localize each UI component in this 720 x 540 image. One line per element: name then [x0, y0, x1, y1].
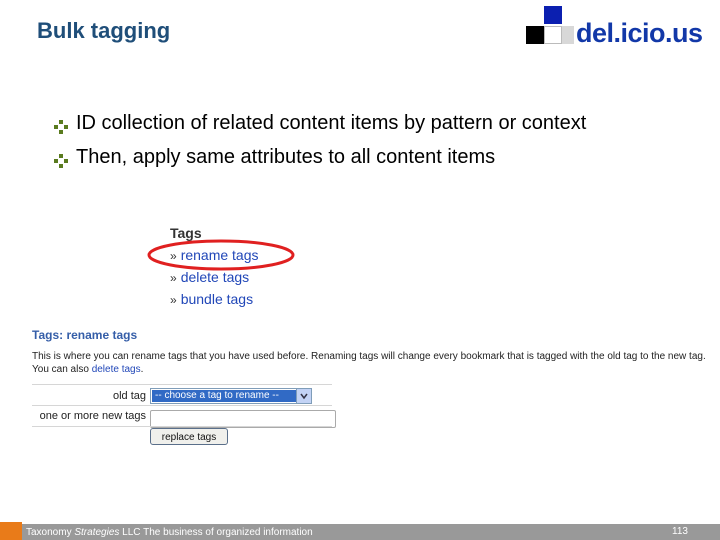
logo-square-blue — [544, 6, 562, 24]
description-end: . — [140, 364, 144, 375]
chevron-down-icon[interactable] — [296, 389, 311, 403]
old-tag-select[interactable]: -- choose a tag to rename -- — [150, 388, 312, 404]
diamond-bullet-icon — [54, 151, 68, 168]
double-chevron-icon: » — [170, 293, 177, 307]
rename-tags-heading: Tags: rename tags — [32, 328, 138, 342]
footer-company-suffix: LLC — [122, 527, 141, 538]
replace-tags-button[interactable]: replace tags — [150, 428, 228, 445]
footer-company-text: Taxonomy Strategies LLC The business of … — [26, 527, 313, 538]
old-tag-label: old tag — [112, 390, 146, 402]
form-divider — [32, 384, 332, 385]
bullet-item: ID collection of related content items b… — [54, 112, 586, 135]
rename-tags-description: This is where you can rename tags that y… — [32, 350, 720, 376]
form-divider — [32, 426, 332, 427]
footer-company-italic: Strategies — [74, 527, 120, 538]
logo-text: del.icio.us — [576, 18, 703, 48]
delicious-logo: del.icio.us — [524, 6, 720, 52]
page-number: 113 — [672, 526, 688, 537]
bullet-item: Then, apply same attributes to all conte… — [54, 146, 495, 169]
diamond-bullet-icon — [54, 117, 68, 134]
slide-title: Bulk tagging — [37, 18, 171, 43]
logo-square-black — [526, 26, 544, 44]
footer-accent — [0, 522, 22, 540]
footer-company-prefix: Taxonomy — [26, 527, 72, 538]
menu-item-bundle-tags[interactable]: » bundle tags — [170, 291, 253, 307]
bullet-text: ID collection of related content items b… — [76, 112, 587, 134]
double-chevron-icon: » — [170, 271, 177, 285]
footer-tagline: The business of organized information — [143, 527, 313, 538]
logo-square-white — [544, 26, 562, 44]
form-divider — [32, 405, 332, 406]
delete-tags-link[interactable]: delete tags — [92, 364, 141, 375]
bullet-text: Then, apply same attributes to all conte… — [76, 146, 496, 168]
old-tag-selected-value: -- choose a tag to rename -- — [152, 390, 296, 402]
highlight-oval — [147, 239, 295, 271]
menu-item-label: bundle tags — [180, 291, 254, 307]
new-tags-label: one or more new tags — [39, 410, 146, 422]
logo-square-grey — [562, 26, 574, 44]
